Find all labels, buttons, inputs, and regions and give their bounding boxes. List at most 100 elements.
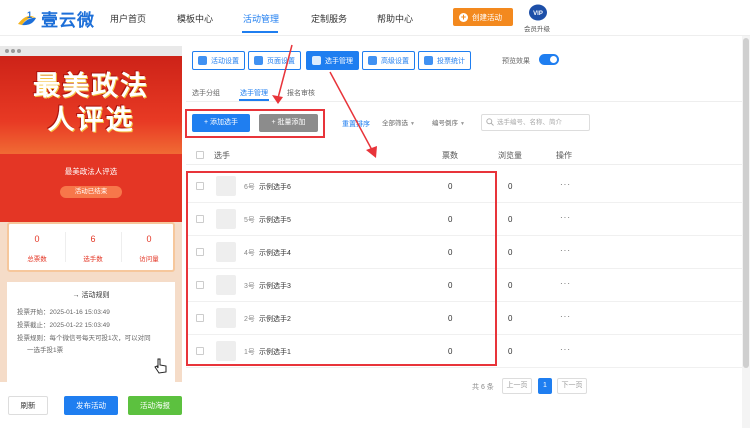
activity-poster-button[interactable]: 活动海报 bbox=[128, 396, 182, 415]
col-contestant: 选手 bbox=[214, 151, 230, 160]
hand-cursor-icon bbox=[154, 358, 167, 374]
plus-icon: + bbox=[459, 11, 468, 22]
contestant-views: 0 bbox=[508, 182, 513, 191]
stat-total-votes: 0 总票数 bbox=[9, 234, 65, 263]
activity-info-panel: 最美政法人评选 活动已结束 bbox=[0, 154, 182, 222]
contestant-views: 0 bbox=[508, 215, 513, 224]
toolbar-button-label: 页面设置 bbox=[267, 57, 295, 65]
more-icon[interactable]: ··· bbox=[560, 180, 571, 189]
toolbar-button-label: 投票统计 bbox=[437, 57, 465, 65]
nav-help[interactable]: 帮助中心 bbox=[377, 12, 413, 25]
preview-effect-toggle[interactable] bbox=[539, 54, 559, 65]
sliders-icon bbox=[368, 56, 377, 65]
highlight-box-table bbox=[186, 171, 497, 366]
create-activity-button[interactable]: + 创建活动 bbox=[453, 8, 513, 26]
more-icon[interactable]: ··· bbox=[560, 345, 571, 354]
nav-templates[interactable]: 模板中心 bbox=[177, 12, 213, 25]
advanced-settings-button[interactable]: 高级设置 bbox=[362, 51, 415, 70]
preview-browser-bar bbox=[0, 46, 182, 56]
toolbar-button-label: 高级设置 bbox=[381, 57, 409, 65]
activity-settings-button[interactable]: 活动设置 bbox=[192, 51, 245, 70]
highlight-box-actions bbox=[185, 109, 325, 138]
svg-text:1: 1 bbox=[27, 10, 32, 20]
create-activity-label: 创建活动 bbox=[472, 12, 502, 22]
hero-title-line2: 人评选 bbox=[47, 105, 135, 135]
filter-all-label: 全部筛选 bbox=[382, 120, 408, 127]
publish-activity-button[interactable]: 发布活动 bbox=[64, 396, 118, 415]
toolbar-button-label: 选手管理 bbox=[325, 57, 353, 65]
col-votes: 票数 bbox=[442, 151, 458, 160]
vip-badge-text: VIP bbox=[533, 11, 543, 17]
vote-statistics-button[interactable]: 投票统计 bbox=[418, 51, 471, 70]
logo-icon: 1 bbox=[18, 10, 36, 26]
rules-title: → 活动规则 bbox=[72, 292, 110, 299]
stat-label: 选手数 bbox=[83, 256, 103, 263]
users-icon bbox=[312, 56, 321, 65]
refresh-button[interactable]: 刷新 bbox=[8, 396, 48, 415]
select-all-checkbox[interactable] bbox=[196, 151, 204, 159]
preview-effect-label: 预览效果 bbox=[502, 58, 530, 65]
nav-custom-service[interactable]: 定制服务 bbox=[311, 12, 347, 25]
rule-start-time: 投票开始：2025-01-16 15:03:49 bbox=[17, 309, 110, 316]
next-page-button[interactable]: 下一页 bbox=[557, 378, 587, 394]
sort-order-label: 编号倒序 bbox=[432, 120, 458, 127]
tab-contestant-groups[interactable]: 选手分组 bbox=[192, 88, 220, 98]
page-1-button[interactable]: 1 bbox=[538, 378, 552, 394]
bar-chart-icon bbox=[424, 56, 433, 65]
stat-value: 0 bbox=[34, 234, 40, 244]
rules-title-text: 活动规则 bbox=[81, 292, 110, 299]
contestant-views: 0 bbox=[508, 347, 513, 356]
pagination-total: 共 6 条 bbox=[472, 384, 494, 391]
sort-order-select[interactable]: 编号倒序 ▼ bbox=[432, 117, 465, 127]
gear-icon bbox=[198, 56, 207, 65]
contestant-views: 0 bbox=[508, 281, 513, 290]
more-icon[interactable]: ··· bbox=[560, 312, 571, 321]
col-views: 浏览量 bbox=[498, 151, 522, 160]
contestant-search-input[interactable]: 选手编号、名称、简介 bbox=[481, 114, 590, 131]
rule-end-time: 投票截止：2025-01-22 15:03:49 bbox=[17, 322, 110, 329]
window-dot-icon bbox=[17, 49, 21, 53]
col-actions: 操作 bbox=[556, 151, 572, 160]
contestant-views: 0 bbox=[508, 248, 513, 257]
window-dot-icon bbox=[11, 49, 15, 53]
chevron-down-icon: ▼ bbox=[410, 121, 415, 127]
nav-activity-manage[interactable]: 活动管理 bbox=[243, 12, 279, 25]
chevron-down-icon: ▼ bbox=[460, 121, 465, 127]
tab-signup-review[interactable]: 报名审核 bbox=[287, 88, 315, 98]
search-placeholder: 选手编号、名称、简介 bbox=[497, 119, 562, 126]
nav-active-underline bbox=[242, 31, 278, 33]
activity-status-badge: 活动已结束 bbox=[60, 186, 122, 198]
stat-value: 0 bbox=[146, 234, 152, 244]
page-icon bbox=[254, 56, 263, 65]
stat-value: 6 bbox=[90, 234, 96, 244]
filter-all-select[interactable]: 全部筛选 ▼ bbox=[382, 117, 415, 127]
contestant-manage-button[interactable]: 选手管理 bbox=[306, 51, 359, 70]
stat-contestants: 6 选手数 bbox=[65, 234, 121, 263]
top-nav: 1 壹云微 用户首页 模板中心 活动管理 定制服务 帮助中心 + 创建活动 VI… bbox=[0, 0, 750, 36]
contestant-views: 0 bbox=[508, 314, 513, 323]
more-icon[interactable]: ··· bbox=[560, 279, 571, 288]
more-icon[interactable]: ··· bbox=[560, 213, 571, 222]
stat-label: 总票数 bbox=[27, 256, 47, 263]
reset-sort-link[interactable]: 重置排序 bbox=[342, 119, 370, 129]
vip-upgrade-label[interactable]: 会员升级 bbox=[524, 23, 550, 33]
logo[interactable]: 1 壹云微 bbox=[16, 7, 95, 30]
nav-home[interactable]: 用户首页 bbox=[110, 12, 146, 25]
more-icon[interactable]: ··· bbox=[560, 246, 571, 255]
toolbar-button-label: 活动设置 bbox=[211, 57, 239, 65]
logo-text: 壹云微 bbox=[41, 10, 95, 30]
page-scrollbar[interactable] bbox=[742, 36, 750, 428]
activity-title: 最美政法人评选 bbox=[64, 167, 118, 176]
window-dot-icon bbox=[5, 49, 9, 53]
tab-contestant-manage[interactable]: 选手管理 bbox=[240, 88, 268, 98]
vip-icon[interactable]: VIP bbox=[528, 4, 548, 21]
stats-card: 0 总票数 6 选手数 0 访问量 bbox=[7, 222, 175, 272]
scrollbar-thumb[interactable] bbox=[743, 38, 749, 368]
table-header: 选手 票数 浏览量 操作 bbox=[186, 143, 746, 165]
page-settings-button[interactable]: 页面设置 bbox=[248, 51, 301, 70]
stat-label: 访问量 bbox=[139, 256, 159, 263]
subtab-divider bbox=[186, 101, 746, 102]
rule-vote-rule-cont: 一选手投1票 bbox=[27, 347, 64, 354]
prev-page-button[interactable]: 上一页 bbox=[502, 378, 532, 394]
rules-card: → 活动规则 投票开始：2025-01-16 15:03:49 投票截止：202… bbox=[7, 282, 175, 382]
